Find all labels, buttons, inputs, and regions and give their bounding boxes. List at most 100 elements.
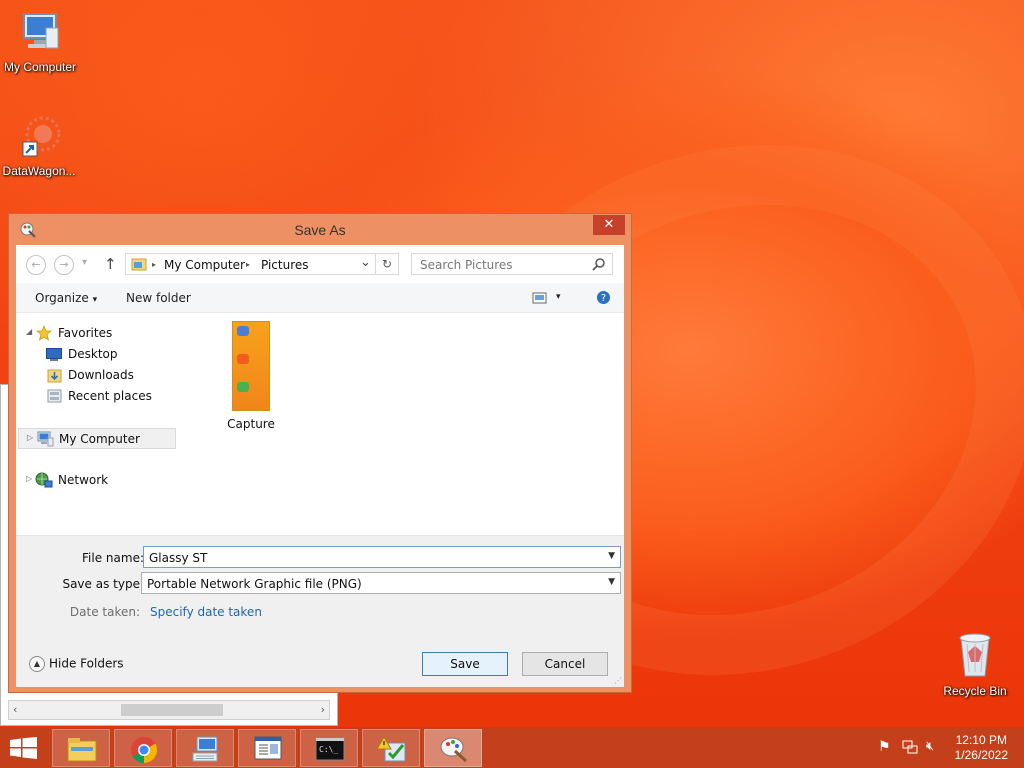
clock-date: 1/26/2022 [954,748,1008,762]
new-folder-button[interactable]: New folder [126,291,191,305]
background-horizontal-scrollbar[interactable]: ‹ › [8,700,330,720]
document-window-icon [254,736,282,760]
close-button[interactable]: ✕ [593,215,625,235]
navigation-pane: ◢ Favorites Desktop Downloads Recent pla… [16,313,176,535]
nav-desktop[interactable]: Desktop [16,344,174,365]
refresh-icon: ↻ [381,257,393,271]
system-tray: ⚑ 🔇︎ 12:10 PM 1/26/2022 [864,727,1024,768]
clock[interactable]: 12:10 PM 1/26/2022 [955,733,1008,763]
specify-date-link[interactable]: Specify date taken [150,605,262,619]
chevron-down-icon[interactable]: ▼ [608,551,615,561]
taskbar-file-explorer[interactable] [52,729,110,767]
scroll-left-arrow[interactable]: ‹ [13,703,17,716]
file-list-area[interactable]: Capture [176,313,624,535]
navigation-bar: ← → ▾ ↑ ▸ My Computer ▸ Pictures ⌄ ↻ Sea… [16,245,624,283]
change-view-button[interactable] [532,290,548,304]
paint-palette-icon [440,737,468,763]
terminal-icon: C:\_ [315,737,345,761]
windows-start-icon[interactable] [10,737,38,759]
desktop-icon [46,348,62,361]
nav-label: Network [58,473,109,487]
desktop-icon-label: My Computer [3,60,77,74]
scrollbar-thumb[interactable] [121,704,223,716]
pictures-folder-icon [131,258,147,271]
breadcrumb-pictures[interactable]: Pictures [261,258,309,272]
folder-icon [67,738,97,762]
taskbar-remote-desktop[interactable] [176,729,234,767]
breadcrumb-my-computer[interactable]: My Computer [164,258,245,272]
address-dropdown-icon[interactable]: ⌄ [360,255,371,270]
save-button[interactable]: Save [422,652,508,676]
address-bar[interactable]: ▸ My Computer ▸ Pictures ⌄ [125,253,399,275]
desktop-icon-label: DataWagon... [2,164,76,178]
nav-label: Desktop [68,347,118,361]
breadcrumb-separator: ▸ [152,260,157,269]
file-name-field-label: File name: [82,551,144,565]
search-box[interactable]: Search Pictures [411,253,613,275]
nav-label: My Computer [59,432,140,446]
hide-folders-button[interactable]: ▲ Hide Folders [29,656,124,672]
date-taken-label: Date taken: [69,605,140,619]
help-icon: ? [597,291,610,304]
scroll-right-arrow[interactable]: › [321,703,325,716]
collapse-arrow-icon[interactable]: ◢ [26,327,32,336]
recent-locations-button[interactable]: ▾ [82,257,87,268]
nav-downloads[interactable]: Downloads [16,365,174,386]
keyboard-computer-icon [192,736,218,762]
back-button[interactable]: ← [26,255,46,275]
search-icon [592,258,605,271]
resize-grip-icon[interactable]: ⋰ [614,676,622,685]
chrome-icon [131,736,158,764]
file-name-field[interactable]: Glassy ST ▼ [143,546,621,568]
desktop-icon-my-computer[interactable]: My Computer [0,8,80,74]
organize-label: Organize [35,291,89,305]
organize-button[interactable]: Organize ▾ [35,291,97,305]
desktop-icon-recycle-bin[interactable]: Recycle Bin [935,630,1015,698]
taskbar: C:\_ ⚑ 🔇︎ 12:10 PM 1/26/2022 [0,727,1024,768]
cancel-button[interactable]: Cancel [522,652,608,676]
nav-network[interactable]: ▷ Network [16,470,174,491]
save-type-value: Portable Network Graphic file (PNG) [147,577,362,591]
svg-text:?: ? [601,293,606,304]
action-center-flag-icon[interactable]: ⚑ [878,739,891,755]
forward-button[interactable]: → [54,255,74,275]
save-as-dialog: Save As ✕ ← → ▾ ↑ ▸ My Computer ▸ Pictur… [8,213,632,693]
hide-folders-label: Hide Folders [49,656,124,671]
star-icon [36,325,52,341]
view-options-dropdown[interactable]: ▾ [556,292,561,302]
svg-text:C:\_: C:\_ [319,745,338,754]
nav-label: Recent places [68,389,152,403]
warning-checklist-icon [377,736,406,762]
forward-arrow-icon: → [59,258,69,271]
network-icon [35,472,53,488]
taskbar-command-prompt[interactable]: C:\_ [300,729,358,767]
nav-label: Favorites [58,326,113,340]
file-name-input[interactable]: Glassy ST [149,551,207,565]
volume-muted-icon[interactable]: 🔇︎ [926,739,934,754]
file-name-label: Capture [227,417,275,431]
taskbar-checklist-app[interactable] [362,729,420,767]
expand-arrow-icon[interactable]: ▷ [26,474,32,483]
desktop-icon-datawagon[interactable]: DataWagon... [0,114,79,178]
network-status-icon[interactable] [902,740,918,754]
nav-favorites[interactable]: ◢ Favorites [16,323,174,344]
expand-arrow-icon[interactable]: ▷ [27,433,33,442]
taskbar-chrome[interactable] [114,729,172,767]
refresh-button[interactable]: ↻ [375,253,399,275]
search-input[interactable]: Search Pictures [420,258,513,272]
computer-icon [37,431,54,447]
help-button[interactable]: ? [596,290,611,308]
save-type-select[interactable]: Portable Network Graphic file (PNG) ▼ [141,572,621,594]
save-options-panel: File name: Glassy ST ▼ Save as type: Por… [16,535,624,687]
nav-label: Downloads [68,368,134,382]
recycle-bin-icon [959,633,991,677]
taskbar-document-app[interactable] [238,729,296,767]
taskbar-paint[interactable] [424,729,482,767]
nav-recent-places[interactable]: Recent places [16,386,174,407]
view-icon [532,292,547,303]
chevron-down-icon[interactable]: ▼ [608,577,615,587]
dialog-titlebar[interactable]: Save As ✕ [9,214,631,244]
file-item[interactable]: Capture [216,321,286,431]
up-button[interactable]: ↑ [104,255,117,273]
nav-my-computer[interactable]: ▷ My Computer [18,428,176,449]
